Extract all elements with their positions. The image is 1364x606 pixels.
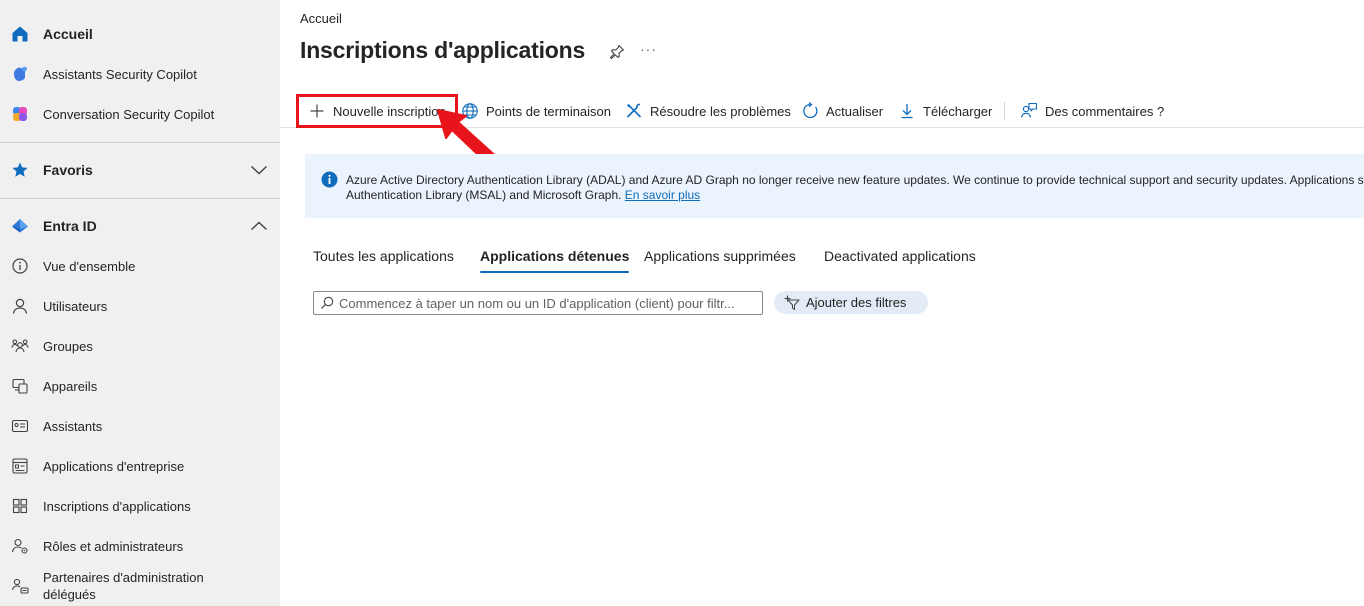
entra-id-icon: [10, 216, 30, 236]
sidebar-item-label: Vue d'ensemble: [43, 258, 136, 274]
feedback-button[interactable]: Des commentaires ?: [1020, 94, 1164, 128]
copilot-chat-icon: [10, 104, 30, 124]
sidebar-item-favorites[interactable]: Favoris: [0, 150, 280, 190]
sidebar-item-groups[interactable]: Groupes: [0, 326, 280, 366]
sidebar-item-label: Inscriptions d'applications: [43, 498, 191, 514]
tab-deactivated-applications[interactable]: Deactivated applications: [824, 240, 976, 274]
sidebar-item-label: Applications d'entreprise: [43, 458, 185, 474]
tab-all-applications[interactable]: Toutes les applications: [313, 240, 454, 274]
sidebar-item-label: Assistants: [43, 418, 103, 434]
chevron-up-icon[interactable]: [250, 217, 268, 235]
devices-icon: [10, 376, 30, 396]
sidebar-item-label: Partenaires d'administration délégués: [43, 570, 204, 602]
sidebar-divider: [0, 142, 280, 143]
breadcrumb[interactable]: Accueil: [300, 11, 342, 26]
sidebar-item-label: Conversation Security Copilot: [43, 106, 215, 122]
sidebar-item-label: Appareils: [43, 378, 98, 394]
id-card-icon: [10, 416, 30, 436]
refresh-icon: [801, 102, 819, 120]
info-text: Azure Active Directory Authentication Li…: [346, 173, 1364, 202]
sidebar-item-users[interactable]: Utilisateurs: [0, 286, 280, 326]
sidebar-item-devices[interactable]: Appareils: [0, 366, 280, 406]
filter-search-box: [313, 291, 763, 315]
search-icon: [320, 296, 334, 310]
app-registrations-icon: [10, 496, 30, 516]
sidebar-item-entra-id[interactable]: Entra ID: [0, 206, 280, 246]
sidebar-item-security-copilot-agents[interactable]: Assistants Security Copilot: [0, 54, 280, 94]
user-icon: [10, 296, 30, 316]
info-banner: Azure Active Directory Authentication Li…: [305, 154, 1364, 218]
roles-icon: [10, 536, 30, 556]
pin-icon[interactable]: [608, 43, 626, 61]
add-filter-icon: [784, 295, 800, 311]
main-content: Accueil Inscriptions d'applications ··· …: [280, 0, 1364, 606]
sidebar-item-label: Groupes: [43, 338, 93, 354]
sidebar: Accueil Assistants Security Copilot Conv…: [0, 0, 280, 606]
sidebar-item-overview[interactable]: Vue d'ensemble: [0, 246, 280, 286]
partners-icon: [10, 576, 30, 596]
sidebar-item-enterprise-apps[interactable]: Applications d'entreprise: [0, 446, 280, 486]
sidebar-item-assistants[interactable]: Assistants: [0, 406, 280, 446]
info-circle-icon: [321, 171, 338, 188]
refresh-button[interactable]: Actualiser: [801, 94, 883, 128]
add-filters-button[interactable]: Ajouter des filtres: [774, 291, 928, 314]
highlight-box: [296, 94, 458, 128]
tab-deleted-applications[interactable]: Applications supprimées: [644, 240, 796, 274]
enterprise-apps-icon: [10, 456, 30, 476]
groups-icon: [10, 336, 30, 356]
chevron-down-icon[interactable]: [250, 161, 268, 179]
info-icon: [10, 256, 30, 276]
sidebar-item-label: Accueil: [43, 25, 93, 42]
sidebar-item-home[interactable]: Accueil: [0, 14, 280, 54]
wrench-icon: [625, 102, 643, 120]
download-icon: [898, 102, 916, 120]
toolbar-separator: [1004, 102, 1005, 120]
page-title: Inscriptions d'applications: [300, 37, 586, 63]
sidebar-item-label: Rôles et administrateurs: [43, 538, 184, 554]
sidebar-item-app-registrations[interactable]: Inscriptions d'applications: [0, 486, 280, 526]
home-icon: [10, 24, 30, 44]
download-button[interactable]: Télécharger: [898, 94, 992, 128]
star-icon: [10, 160, 30, 180]
sidebar-item-security-copilot-chat[interactable]: Conversation Security Copilot: [0, 94, 280, 134]
sidebar-item-label: Utilisateurs: [43, 298, 108, 314]
sidebar-item-label: Entra ID: [43, 217, 97, 234]
tab-owned-applications[interactable]: Applications détenues: [480, 240, 630, 274]
sidebar-item-roles-admins[interactable]: Rôles et administrateurs: [0, 526, 280, 566]
security-copilot-icon: [10, 64, 30, 84]
sidebar-item-label: Assistants Security Copilot: [43, 66, 197, 82]
troubleshoot-button[interactable]: Résoudre les problèmes: [625, 94, 791, 128]
search-input[interactable]: [339, 295, 759, 311]
sidebar-item-delegated-partners[interactable]: Partenaires d'administration délégués: [0, 566, 280, 606]
sidebar-divider: [0, 198, 280, 199]
sidebar-item-label: Favoris: [43, 161, 93, 178]
learn-more-link[interactable]: En savoir plus: [625, 188, 700, 202]
more-options-icon[interactable]: ···: [640, 41, 657, 57]
feedback-icon: [1020, 102, 1038, 120]
